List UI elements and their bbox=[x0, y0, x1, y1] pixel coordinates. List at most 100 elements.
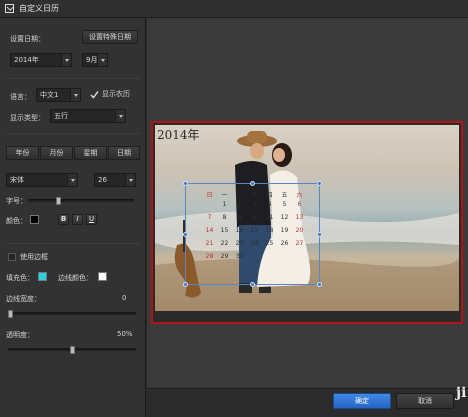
edit-calendar-icon bbox=[5, 4, 14, 13]
resize-handle[interactable] bbox=[183, 181, 188, 186]
resize-handle[interactable] bbox=[183, 282, 188, 287]
divider bbox=[6, 133, 140, 134]
calendar-day: 9 bbox=[237, 214, 242, 221]
calendar-day: 26 bbox=[280, 240, 289, 247]
chevron-down-icon[interactable] bbox=[97, 54, 107, 66]
calendar-day: 6 bbox=[297, 201, 302, 208]
opacity-slider[interactable] bbox=[8, 346, 136, 354]
font-size-value: 26 bbox=[98, 176, 107, 184]
fill-color-swatch[interactable] bbox=[38, 272, 47, 281]
calendar-day: 4 bbox=[267, 201, 272, 208]
calendar-day: 12 bbox=[280, 214, 289, 221]
fill-color-label: 填充色： bbox=[6, 274, 34, 282]
year-select[interactable]: 2014年 bbox=[10, 53, 72, 67]
calendar-weekday: 二 bbox=[236, 192, 243, 199]
display-type-value: 五行 bbox=[54, 112, 68, 120]
calendar-day: 1 bbox=[222, 201, 227, 208]
use-border-checkbox[interactable] bbox=[8, 253, 16, 261]
calendar-day: 7 bbox=[207, 214, 212, 221]
calendar-day: 28 bbox=[205, 253, 214, 260]
border-color-swatch[interactable] bbox=[98, 272, 107, 281]
calendar-weekday: 一 bbox=[221, 192, 228, 199]
calendar-day: 20 bbox=[295, 227, 304, 234]
calendar-day bbox=[277, 253, 292, 264]
font-color-swatch[interactable] bbox=[30, 215, 39, 224]
border-width-slider[interactable] bbox=[8, 310, 136, 318]
color-label: 颜色： bbox=[6, 217, 27, 225]
bold-button[interactable]: B bbox=[58, 214, 69, 225]
tab-month[interactable]: 月份 bbox=[40, 146, 73, 160]
window-title: 自定义日历 bbox=[19, 4, 59, 13]
chevron-down-icon[interactable] bbox=[125, 174, 135, 186]
calendar-week-row: 1 2 3 4 5 6 bbox=[202, 201, 307, 212]
preview-year-text: 2014年 bbox=[157, 128, 200, 142]
border-width-label: 边线宽度： bbox=[6, 295, 41, 303]
chevron-down-icon[interactable] bbox=[61, 54, 71, 66]
calendar-day: 10 bbox=[250, 214, 259, 221]
calendar-day: 23 bbox=[235, 240, 244, 247]
language-select[interactable]: 中文1 bbox=[36, 88, 81, 102]
calendar-day bbox=[202, 201, 217, 212]
month-select-value: 9月 bbox=[86, 56, 98, 64]
calendar-weekday: 日 bbox=[206, 192, 213, 199]
font-size-label: 字号： bbox=[6, 197, 27, 205]
tab-year[interactable]: 年份 bbox=[6, 146, 39, 160]
calendar-weekday: 四 bbox=[266, 192, 273, 199]
font-family-value: 宋体 bbox=[10, 176, 24, 184]
calendar-week-row: 28 29 30 bbox=[202, 253, 307, 264]
month-select[interactable]: 9月 bbox=[82, 53, 108, 67]
cancel-button[interactable]: 取消 bbox=[396, 393, 454, 409]
tab-date[interactable]: 日期 bbox=[108, 146, 140, 160]
calendar-day: 27 bbox=[295, 240, 304, 247]
calendar-header-row: 日一二三四五六 bbox=[202, 190, 307, 201]
calendar-day: 15 bbox=[220, 227, 229, 234]
preview-photo: 2014年 日一二三四五六 1 2 3 4 5 6 7 8 9 10 11 12 13 14 15 16 17 18… bbox=[155, 125, 459, 311]
slider-thumb[interactable] bbox=[8, 310, 13, 318]
calendar-day bbox=[262, 253, 277, 264]
font-family-select[interactable]: 宋体 bbox=[6, 173, 78, 187]
resize-handle[interactable] bbox=[317, 181, 322, 186]
calendar-weekday: 三 bbox=[251, 192, 258, 199]
display-type-select[interactable]: 五行 bbox=[50, 109, 126, 123]
watermark-logo: ji bbox=[456, 385, 467, 401]
calendar-day: 21 bbox=[205, 240, 214, 247]
font-size-select[interactable]: 26 bbox=[94, 173, 136, 187]
ok-button[interactable]: 确定 bbox=[333, 393, 391, 409]
underline-button[interactable]: U bbox=[86, 214, 97, 225]
slider-thumb[interactable] bbox=[70, 346, 75, 354]
show-lunar-checkbox[interactable] bbox=[90, 90, 99, 99]
calendar-day: 3 bbox=[252, 201, 257, 208]
calendar-day: 29 bbox=[220, 253, 229, 260]
show-lunar-label: 显示农历 bbox=[102, 90, 130, 98]
italic-button[interactable]: I bbox=[72, 214, 83, 225]
calendar-day: 19 bbox=[280, 227, 289, 234]
tab-weekday[interactable]: 星期 bbox=[74, 146, 107, 160]
resize-handle[interactable] bbox=[250, 282, 255, 287]
resize-handle[interactable] bbox=[183, 232, 188, 237]
calendar-day: 17 bbox=[250, 227, 259, 234]
resize-handle[interactable] bbox=[317, 232, 322, 237]
resize-handle[interactable] bbox=[250, 181, 255, 186]
calendar-grid: 日一二三四五六 1 2 3 4 5 6 7 8 9 10 11 12 13 14 15 16 17 18 19 20 21… bbox=[202, 190, 307, 266]
calendar-day bbox=[247, 253, 262, 264]
chevron-down-icon[interactable] bbox=[115, 110, 125, 122]
calendar-overlay[interactable]: 日一二三四五六 1 2 3 4 5 6 7 8 9 10 11 12 13 14 15 16 17 18 19 20 21… bbox=[183, 181, 322, 287]
checkmark-icon bbox=[90, 91, 99, 99]
display-type-label: 显示类型： bbox=[10, 114, 45, 122]
opacity-label: 透明度： bbox=[6, 331, 34, 339]
calendar-weekday: 五 bbox=[281, 192, 288, 199]
special-date-button[interactable]: 设置特殊日期 bbox=[82, 30, 138, 44]
divider bbox=[6, 243, 140, 244]
calendar-day: 8 bbox=[222, 214, 227, 221]
chevron-down-icon[interactable] bbox=[67, 174, 77, 186]
calendar-day: 30 bbox=[235, 253, 244, 260]
font-size-slider[interactable] bbox=[28, 197, 134, 205]
date-label: 设置日期： bbox=[10, 35, 45, 43]
opacity-value: 50% bbox=[117, 330, 133, 338]
year-select-value: 2014年 bbox=[14, 56, 39, 64]
calendar-day: 2 bbox=[237, 201, 242, 208]
calendar-week-row: 7 8 9 10 11 12 13 bbox=[202, 214, 307, 225]
chevron-down-icon[interactable] bbox=[70, 89, 80, 101]
resize-handle[interactable] bbox=[317, 282, 322, 287]
slider-thumb[interactable] bbox=[56, 197, 61, 205]
